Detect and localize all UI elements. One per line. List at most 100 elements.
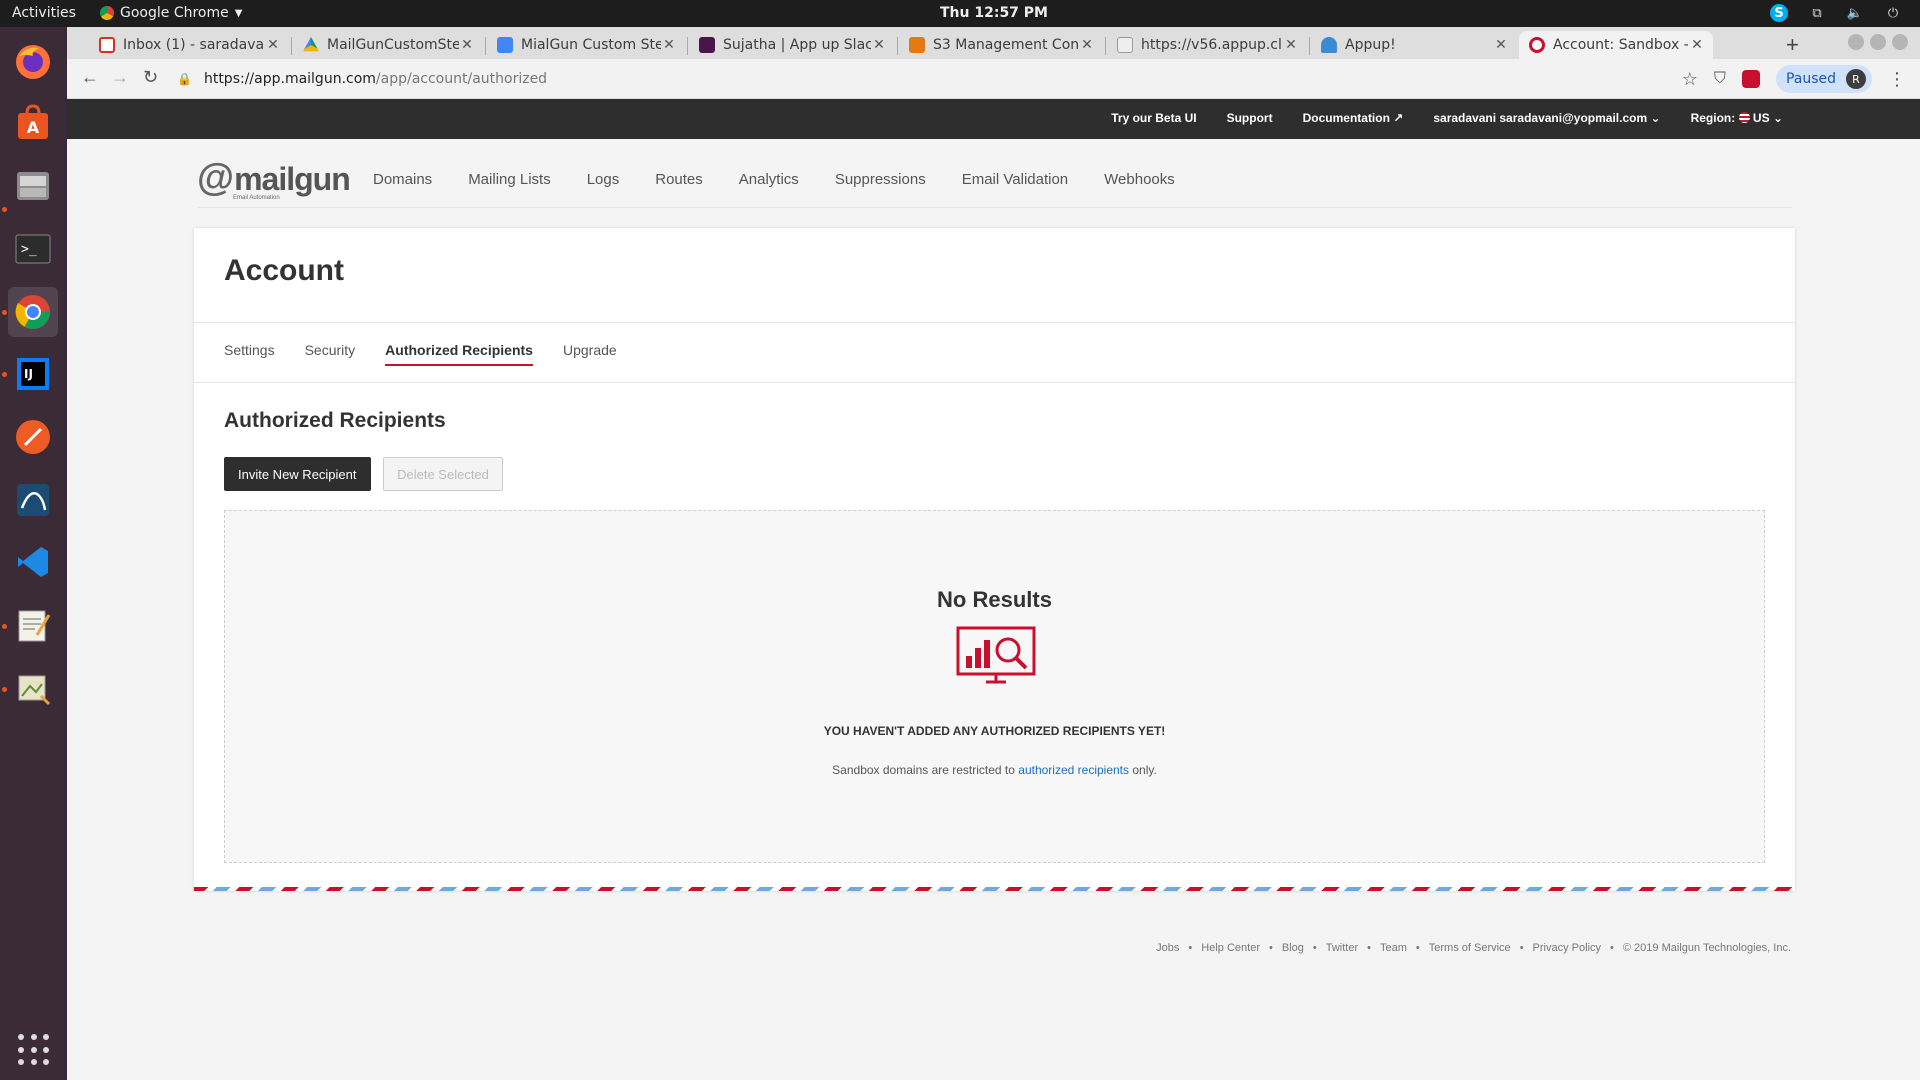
- tab-title: MailGunCustomStep: [327, 37, 459, 53]
- tab-title: S3 Management Cons: [933, 37, 1079, 53]
- close-icon[interactable]: ✕: [1493, 37, 1509, 53]
- footer-link-twitter[interactable]: Twitter: [1326, 942, 1358, 954]
- analytics-search-icon: [956, 626, 1036, 684]
- new-tab-button[interactable]: +: [1786, 32, 1799, 58]
- tab-appup-url[interactable]: https://v56.appup.cl ✕: [1107, 31, 1307, 59]
- star-icon[interactable]: ☆: [1682, 69, 1698, 90]
- divider: [194, 322, 1795, 323]
- tab-s3[interactable]: S3 Management Cons ✕: [899, 31, 1103, 59]
- footer-link-jobs[interactable]: Jobs: [1156, 942, 1179, 954]
- google-docs-icon: [497, 37, 513, 53]
- close-icon[interactable]: ✕: [1079, 37, 1095, 53]
- mailgun-logo[interactable]: @ mailgun Email Automation: [197, 157, 351, 201]
- tab-mailgun-account[interactable]: Account: Sandbox - M ✕: [1519, 31, 1713, 59]
- svg-text:IJ: IJ: [24, 367, 33, 381]
- files-icon[interactable]: [8, 161, 58, 211]
- region-label: Region:: [1690, 111, 1736, 125]
- extension-icon[interactable]: [1741, 70, 1760, 88]
- nav-logs[interactable]: Logs: [587, 171, 620, 188]
- tab-title: https://v56.appup.cl: [1141, 37, 1282, 53]
- vscode-icon[interactable]: [8, 537, 58, 587]
- tab-docs[interactable]: MialGun Custom Step ✕: [487, 31, 685, 59]
- documentation-link[interactable]: Documentation ↗: [1303, 111, 1404, 125]
- close-icon[interactable]: ✕: [1283, 37, 1299, 53]
- lock-icon[interactable]: 🔒: [177, 72, 192, 86]
- url-path: /app/account/authorized: [375, 71, 548, 87]
- forward-button[interactable]: →: [111, 67, 129, 88]
- menu-icon[interactable]: ⋮: [1888, 69, 1906, 90]
- software-center-icon[interactable]: A: [8, 98, 58, 148]
- footer-link-blog[interactable]: Blog: [1282, 942, 1304, 954]
- volume-icon[interactable]: 🔈: [1846, 4, 1864, 22]
- tab-security[interactable]: Security: [305, 342, 356, 366]
- footer-link-help-center[interactable]: Help Center: [1201, 942, 1260, 954]
- close-icon[interactable]: ✕: [871, 37, 887, 53]
- power-icon[interactable]: ⏻: [1884, 4, 1902, 22]
- firefox-icon[interactable]: [8, 37, 58, 87]
- sandbox-note: Sandbox domains are restricted to author…: [225, 763, 1764, 777]
- shield-icon[interactable]: ⛉: [1714, 70, 1726, 88]
- tab-slack[interactable]: Sujatha | App up Slack ✕: [689, 31, 895, 59]
- authorized-recipients-link[interactable]: authorized recipients: [1018, 763, 1129, 777]
- tab-settings[interactable]: Settings: [224, 342, 275, 366]
- profile-paused-button[interactable]: Paused R: [1775, 65, 1872, 93]
- close-window-button[interactable]: [1892, 34, 1908, 50]
- invite-recipient-button[interactable]: Invite New Recipient: [224, 457, 371, 491]
- account-menu[interactable]: saradavani saradavani@yopmail.com ⌄: [1433, 111, 1660, 125]
- reload-button[interactable]: ↻: [143, 67, 158, 88]
- account-tabs: Settings Security Authorized Recipients …: [224, 342, 617, 366]
- tab-drive[interactable]: MailGunCustomStep ✕: [293, 31, 483, 59]
- tab-authorized-recipients[interactable]: Authorized Recipients: [385, 342, 533, 366]
- tab-upgrade[interactable]: Upgrade: [563, 342, 617, 366]
- text-editor-icon[interactable]: [8, 600, 58, 650]
- account-card: Account Settings Security Authorized Rec…: [194, 228, 1795, 891]
- delete-selected-button[interactable]: Delete Selected: [383, 457, 503, 491]
- mailgun-favicon-icon: [1529, 37, 1545, 53]
- back-button[interactable]: ←: [81, 67, 99, 88]
- mailgun-page: @ mailgun Email Automation Domains Maili…: [67, 139, 1920, 1080]
- system-tray[interactable]: S ⧉ 🔈 ⏻: [1770, 4, 1902, 22]
- note-text: Sandbox domains are restricted to: [832, 763, 1019, 777]
- region-menu[interactable]: Region: US ⌄: [1691, 111, 1783, 125]
- chrome-dock-icon[interactable]: [8, 287, 58, 337]
- postman-icon[interactable]: [8, 412, 58, 462]
- maximize-button[interactable]: [1870, 34, 1886, 50]
- close-icon[interactable]: ✕: [459, 37, 475, 53]
- footer-link-privacy[interactable]: Privacy Policy: [1533, 942, 1601, 954]
- close-icon[interactable]: ✕: [1689, 37, 1705, 53]
- close-icon[interactable]: ✕: [265, 37, 281, 53]
- chevron-down-icon: ⌄: [1772, 111, 1783, 125]
- beta-ui-link[interactable]: Try our Beta UI: [1111, 111, 1196, 125]
- url-host: https://app.mailgun.com: [203, 71, 376, 87]
- address-bar[interactable]: 🔒 https://app.mailgun.com/app/account/au…: [177, 64, 1747, 94]
- nav-webhooks[interactable]: Webhooks: [1104, 171, 1175, 188]
- nav-mailing-lists[interactable]: Mailing Lists: [468, 171, 551, 188]
- nav-analytics[interactable]: Analytics: [739, 171, 799, 188]
- footer-link-terms[interactable]: Terms of Service: [1429, 942, 1511, 954]
- support-link[interactable]: Support: [1227, 111, 1273, 125]
- nav-suppressions[interactable]: Suppressions: [835, 171, 926, 188]
- network-icon[interactable]: ⧉: [1808, 4, 1826, 22]
- os-top-bar: Activities Google Chrome ▼ Thu 12:57 PM …: [0, 0, 1920, 27]
- nav-routes[interactable]: Routes: [655, 171, 703, 188]
- clock[interactable]: Thu 12:57 PM: [0, 5, 1920, 21]
- nav-email-validation[interactable]: Email Validation: [962, 171, 1068, 188]
- browser-tab-strip: Inbox (1) - saradavani ✕ MailGunCustomSt…: [67, 27, 1920, 59]
- nav-domains[interactable]: Domains: [373, 171, 432, 188]
- minimize-button[interactable]: [1848, 34, 1864, 50]
- mysql-workbench-icon[interactable]: [8, 475, 58, 525]
- tab-gmail[interactable]: Inbox (1) - saradavani ✕: [89, 31, 289, 59]
- external-link-icon: ↗: [1393, 111, 1404, 125]
- page-title: Account: [224, 254, 344, 287]
- terminal-icon[interactable]: >_: [8, 224, 58, 274]
- image-viewer-icon[interactable]: [8, 663, 58, 713]
- skype-icon[interactable]: S: [1770, 4, 1788, 22]
- copyright: © 2019 Mailgun Technologies, Inc.: [1622, 942, 1791, 954]
- empty-title: No Results: [937, 587, 1052, 612]
- footer-link-team[interactable]: Team: [1380, 942, 1407, 954]
- show-applications-icon[interactable]: [18, 1034, 50, 1066]
- browser-toolbar: ← → ↻ 🔒 https://app.mailgun.com/app/acco…: [67, 59, 1920, 99]
- intellij-icon[interactable]: IJ: [8, 349, 58, 399]
- close-icon[interactable]: ✕: [661, 37, 677, 53]
- tab-appup[interactable]: Appup! ✕: [1311, 31, 1517, 59]
